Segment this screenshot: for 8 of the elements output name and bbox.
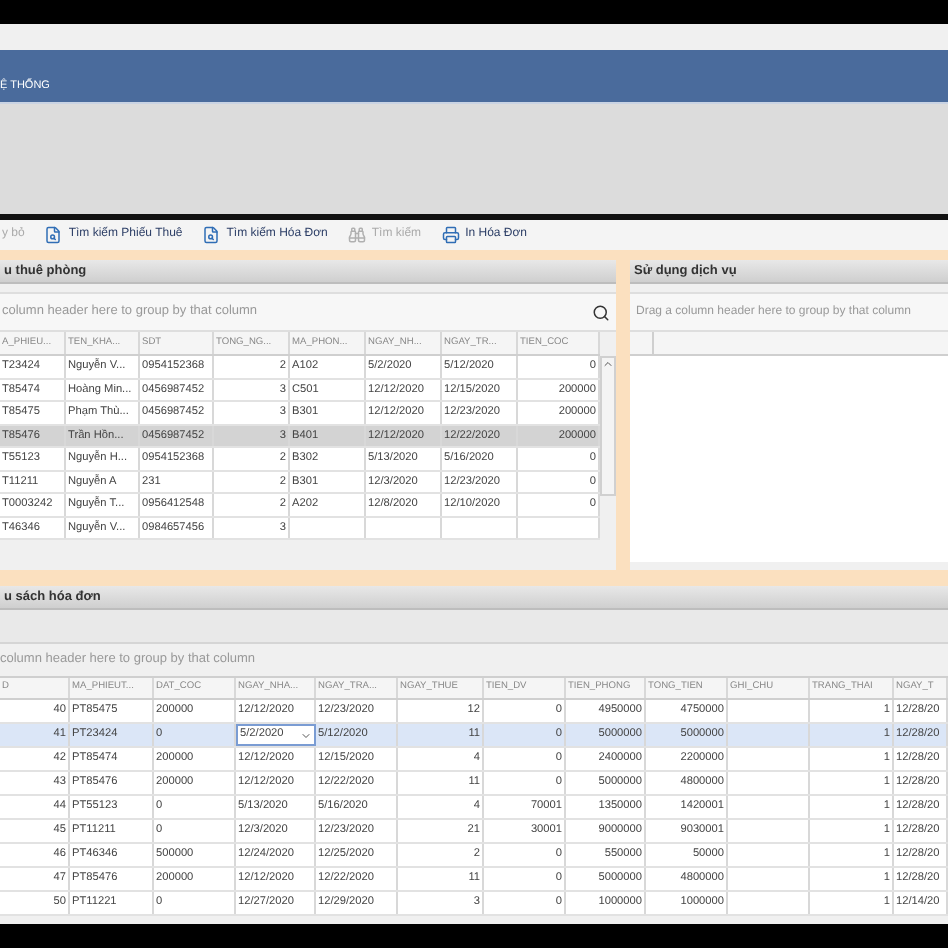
search-icon[interactable] (592, 303, 610, 321)
scrollbar[interactable] (600, 356, 616, 496)
search-icon (202, 226, 221, 244)
binoculars-icon (347, 226, 366, 244)
dropdown-caret-icon[interactable] (300, 729, 312, 741)
search-icon (44, 226, 63, 244)
printer-icon (441, 226, 460, 244)
scroll-up-icon[interactable] (602, 358, 614, 370)
